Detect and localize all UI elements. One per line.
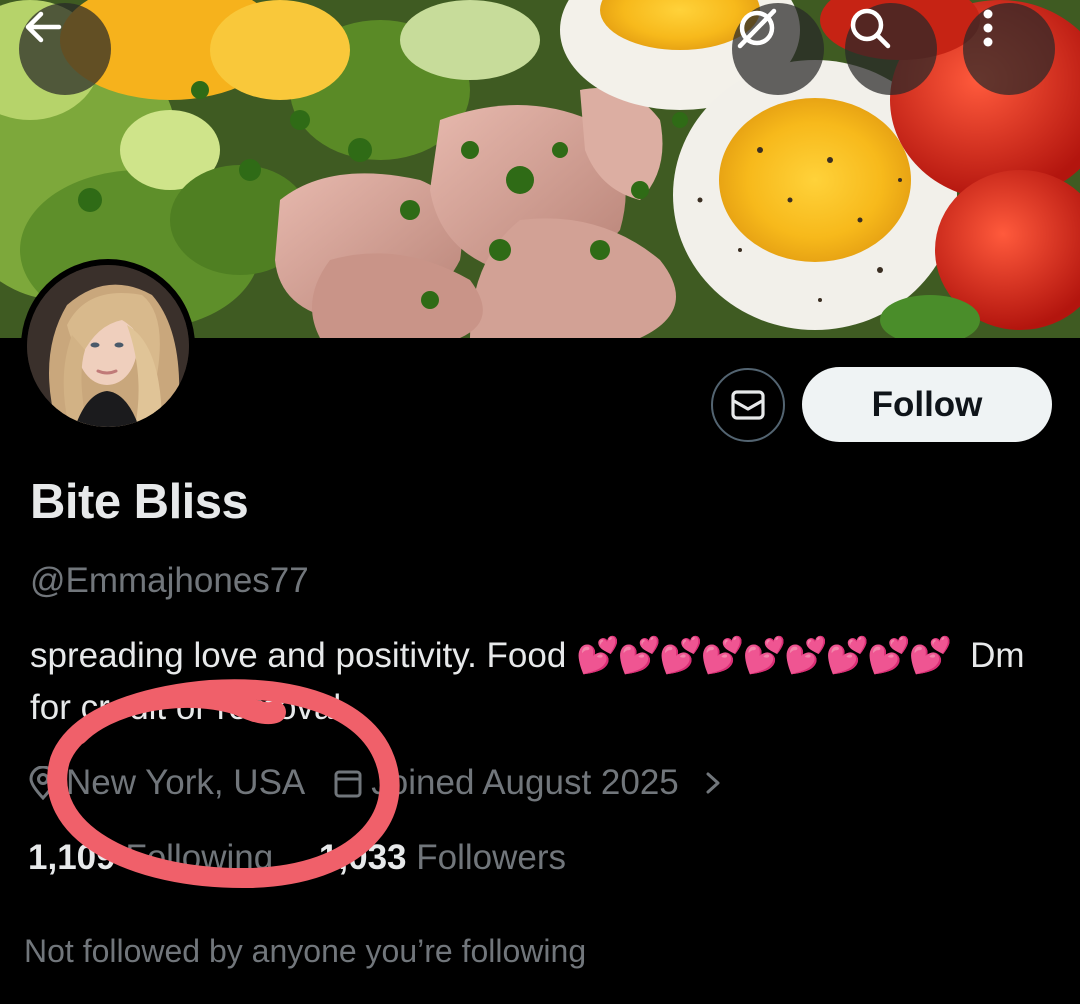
calendar-icon: [334, 770, 362, 798]
bio-line1-text: spreading love and positivity. Food: [30, 636, 567, 675]
heart-emoji: 💕: [617, 636, 662, 675]
heart-emoji: 💕: [742, 636, 786, 675]
profile-meta: New York, USA Joined August 2025: [28, 760, 735, 806]
follow-button[interactable]: Follow: [802, 367, 1052, 442]
heart-emoji: 💕: [784, 636, 828, 675]
grok-icon: [737, 8, 777, 49]
followers-link[interactable]: 1,033 Followers: [319, 838, 566, 877]
heart-emoji: 💕: [700, 636, 745, 675]
joined-date: Joined August 2025: [333, 763, 734, 803]
not-followed-notice: Not followed by anyone you’re following: [24, 933, 587, 969]
arrow-left-icon: [25, 11, 62, 43]
message-button[interactable]: [711, 368, 785, 442]
avatar[interactable]: [21, 259, 195, 433]
profile-bio: spreading love and positivity. Food 💕💕💕💕…: [30, 630, 1050, 734]
following-count: 1,109: [28, 838, 116, 877]
search-button[interactable]: [845, 3, 937, 95]
heart-emoji: 💕: [659, 636, 703, 675]
location-text: New York, USA: [66, 763, 306, 802]
back-button[interactable]: [19, 3, 111, 95]
followers-count: 1,033: [318, 838, 407, 877]
location-pin-icon: [29, 766, 57, 800]
heart-emoji: 💕: [576, 636, 620, 675]
following-label: Following: [125, 838, 274, 877]
chevron-right-icon[interactable]: [699, 768, 727, 798]
location: New York, USA: [28, 763, 305, 803]
heart-emoji: 💕: [825, 636, 870, 675]
heart-emoji: 💕: [908, 636, 953, 675]
following-link[interactable]: 1,109 Following: [28, 838, 283, 877]
grok-button[interactable]: [732, 3, 824, 95]
avatar-photo: [27, 265, 189, 427]
heart-emojis: 💕💕💕💕💕💕💕💕💕: [576, 636, 958, 675]
followers-label: Followers: [416, 838, 567, 877]
joined-text: Joined August 2025: [371, 763, 679, 802]
more-button[interactable]: [963, 3, 1055, 95]
display-name: Bite Bliss: [30, 475, 249, 529]
user-handle: @Emmajhones77: [30, 561, 309, 600]
mail-icon: [731, 390, 765, 420]
search-icon: [850, 8, 891, 49]
heart-emoji: 💕: [867, 636, 911, 675]
profile-stats: 1,109 Following 1,033 Followers: [28, 838, 566, 878]
more-vertical-icon: [983, 9, 993, 47]
